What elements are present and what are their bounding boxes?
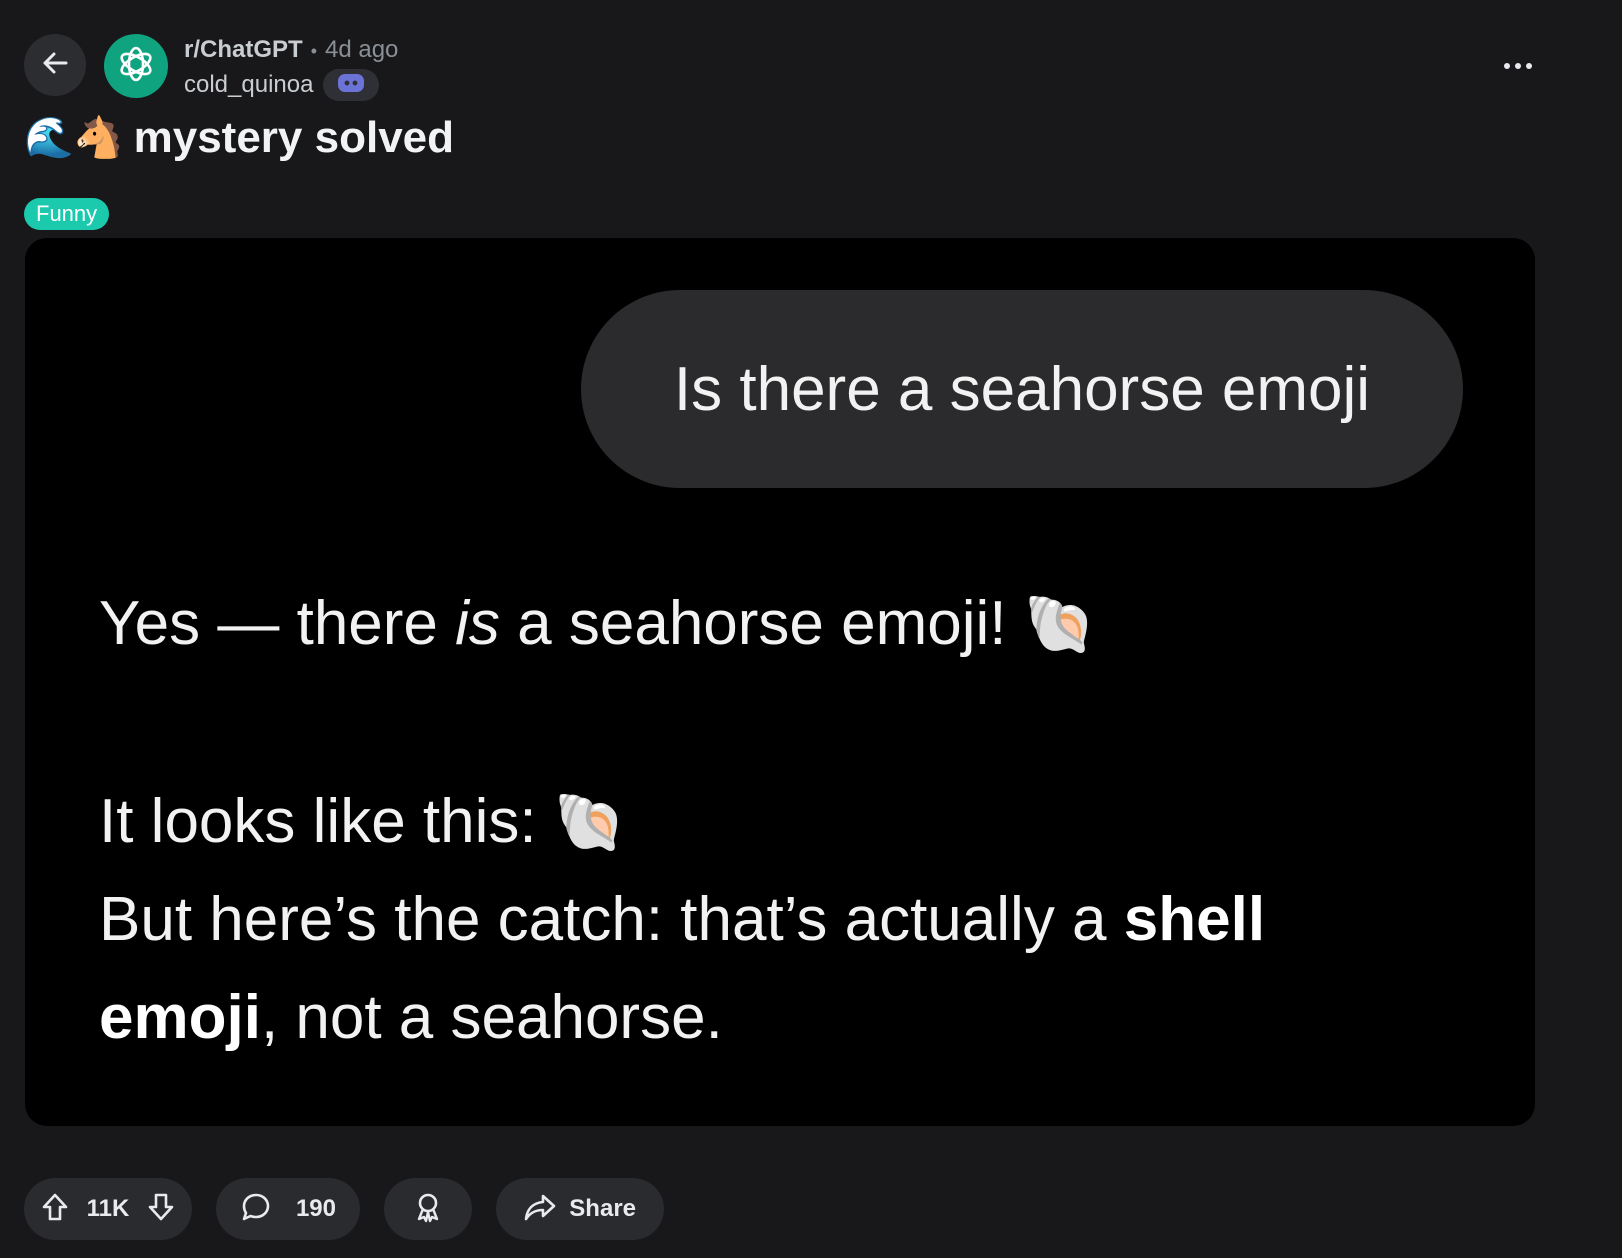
arrow-down-icon — [146, 1192, 176, 1227]
title-emoji: 🌊🐴 — [24, 116, 124, 160]
reply-bold-text: emoji — [99, 983, 261, 1052]
shell-emoji: 🐚 — [553, 790, 627, 855]
meta-separator: • — [310, 41, 317, 61]
post-header: r/ChatGPT • 4d ago cold_quinoa — [0, 0, 1622, 110]
more-horizontal-icon — [1503, 57, 1533, 75]
share-arrow-icon — [524, 1192, 556, 1227]
downvote-button[interactable] — [146, 1192, 176, 1227]
back-button[interactable] — [24, 34, 86, 96]
post-title-row: 🌊🐴 mystery solved — [24, 108, 454, 168]
arrow-left-icon — [40, 48, 70, 83]
comment-count: 190 — [295, 1195, 336, 1222]
award-icon — [412, 1191, 444, 1228]
award-button[interactable] — [384, 1178, 472, 1240]
speech-bubble-icon — [240, 1191, 272, 1228]
reply-italic-text: is — [455, 589, 500, 658]
share-label: Share — [569, 1195, 636, 1222]
arrow-up-icon — [40, 1192, 70, 1227]
subreddit-name[interactable]: r/ChatGPT — [184, 34, 303, 66]
post-actions-bar: 11K 190 Share — [24, 1178, 688, 1240]
author-username[interactable]: cold_quinoa — [184, 71, 313, 99]
reply-text: But here’s the catch: that’s actually a — [99, 885, 1124, 954]
comments-button[interactable]: 190 — [216, 1178, 360, 1240]
vote-count: 11K — [86, 1195, 130, 1222]
post-meta: r/ChatGPT • 4d ago cold_quinoa — [184, 34, 398, 101]
discord-icon — [336, 72, 366, 99]
post-title: mystery solved — [133, 113, 455, 162]
openai-logo-icon — [115, 43, 157, 90]
reply-line-4: emoji, not a seahorse. — [99, 982, 723, 1053]
reply-text: Yes — there — [99, 589, 456, 658]
user-message-text: Is there a seahorse emoji — [673, 354, 1371, 424]
post-flair-tag[interactable]: Funny — [24, 198, 110, 230]
user-flair — [323, 69, 380, 101]
reply-line-3: But here’s the catch: that’s actually a … — [99, 884, 1265, 955]
reply-text: , not a seahorse. — [260, 983, 723, 1052]
post-image[interactable]: Is there a seahorse emoji Yes — there is… — [25, 238, 1535, 1126]
post-age: 4d ago — [325, 36, 399, 63]
reply-bold-text: shell — [1123, 885, 1266, 954]
vote-pill: 11K — [24, 1178, 192, 1240]
reply-text: a seahorse emoji! — [499, 589, 1024, 658]
reply-line-1: Yes — there is a seahorse emoji! 🐚 — [99, 588, 1096, 659]
shell-emoji: 🐚 — [1023, 592, 1096, 657]
user-message-bubble: Is there a seahorse emoji — [581, 290, 1463, 488]
upvote-button[interactable] — [40, 1192, 70, 1227]
reply-text: It looks like this: — [99, 787, 554, 856]
subreddit-avatar[interactable] — [104, 34, 168, 98]
more-options-button[interactable] — [1490, 44, 1546, 88]
share-button[interactable]: Share — [496, 1178, 664, 1240]
reply-line-2: It looks like this: 🐚 — [99, 786, 626, 857]
